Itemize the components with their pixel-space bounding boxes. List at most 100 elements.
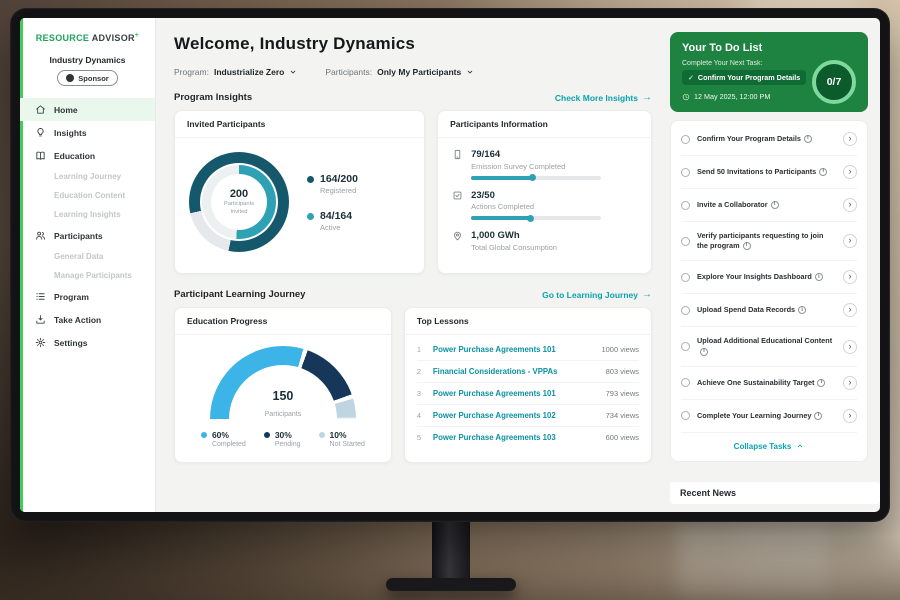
sidebar: RESOURCE ADVISOR+ Industry Dynamics Spon… [20,18,156,512]
lesson-link[interactable]: Power Purchase Agreements 101 [433,345,594,354]
collapse-tasks-link[interactable]: Collapse Tasks [681,433,857,459]
active-legend-dot [307,213,314,220]
task-checkbox[interactable] [681,411,690,420]
lesson-link[interactable]: Power Purchase Agreements 102 [433,411,598,420]
task-row-invite-collaborator[interactable]: Invite a Collaboratori › [681,189,857,222]
task-checkbox[interactable] [681,342,690,351]
sidebar-item-education-content[interactable]: Education Content [20,186,155,205]
info-icon[interactable]: i [700,348,708,356]
top-lessons-list: 1 Power Purchase Agreements 101 1000 vie… [405,335,651,452]
info-icon[interactable]: i [817,379,825,387]
check-more-insights-link[interactable]: Check More Insights → [555,92,652,103]
task-checkbox[interactable] [681,135,690,144]
task-row-upload-spend-data[interactable]: Upload Spend Data Recordsi › [681,294,857,327]
sidebar-item-program[interactable]: Program [20,285,155,308]
top-lessons-card: Top Lessons 1 Power Purchase Agreements … [404,307,652,463]
lesson-row: 2 Financial Considerations - VPPAs 803 v… [417,361,639,383]
info-icon[interactable]: i [798,306,806,314]
task-checkbox[interactable] [681,306,690,315]
actions-completed-value: 23/50 [471,190,601,201]
global-consumption-row: 1,000 GWh Total Global Consumption [452,230,637,252]
task-row-verify-participants[interactable]: Verify participants requesting to join t… [681,222,857,261]
lesson-rank: 5 [417,433,425,442]
sidebar-item-label: Home [54,105,78,115]
sidebar-item-home[interactable]: Home [20,98,155,121]
task-row-confirm-program[interactable]: Confirm Your Program Detailsi › [681,123,857,156]
link-label: Go to Learning Journey [542,290,638,300]
info-icon[interactable]: i [804,135,812,143]
task-label: Upload Additional Educational Content [697,336,832,345]
collapse-label: Collapse Tasks [734,442,792,451]
participants-info-body: 79/164 Emission Survey Completed 23/50 A… [438,138,651,263]
sidebar-item-learning-insights[interactable]: Learning Insights [20,205,155,224]
not-started-legend-dot [319,432,325,438]
chevron-right-icon[interactable]: › [843,340,857,354]
lesson-link[interactable]: Power Purchase Agreements 101 [433,389,598,398]
program-dropdown[interactable]: Program: Industrialize Zero [174,67,297,77]
info-icon[interactable]: i [815,273,823,281]
task-row-explore-insights[interactable]: Explore Your Insights Dashboardi › [681,261,857,294]
lesson-link[interactable]: Power Purchase Agreements 103 [433,433,598,442]
info-icon[interactable]: i [819,168,827,176]
sidebar-item-label: Take Action [54,315,101,325]
chevron-right-icon[interactable]: › [843,303,857,317]
next-task-pill[interactable]: ✓ Confirm Your Program Details [682,70,806,85]
arrow-right-icon: → [642,289,652,300]
progress-fill [471,176,533,180]
go-to-learning-journey-link[interactable]: Go to Learning Journey → [542,289,652,300]
task-checkbox[interactable] [681,168,690,177]
org-name: Industry Dynamics [20,55,155,65]
sidebar-item-education[interactable]: Education [20,144,155,167]
list-icon [35,291,46,302]
sidebar-item-manage-participants[interactable]: Manage Participants [20,266,155,285]
task-row-send-invitations[interactable]: Send 50 Invitations to Participantsi › [681,156,857,189]
chevron-right-icon[interactable]: › [843,165,857,179]
legend-item-pending: 30% Pending [264,430,301,448]
lesson-rank: 3 [417,389,425,398]
gauge-legend: 60% Completed 30% Pending [185,430,381,448]
task-label: Confirm Your Program Details [697,134,801,143]
chevron-down-icon [289,68,297,76]
info-icon[interactable]: i [771,201,779,209]
not-started-label: Not Started [330,441,365,448]
task-checkbox[interactable] [681,201,690,210]
task-row-upload-educational-content[interactable]: Upload Additional Educational Content i › [681,327,857,366]
participants-dropdown[interactable]: Participants: Only My Participants [325,67,474,77]
gear-icon [35,337,46,348]
active-label: Active [320,223,352,232]
card-title: Participants Information [438,111,651,138]
survey-device-icon [452,149,463,160]
todo-progress-value: 0/7 [827,76,842,88]
task-row-complete-learning-journey[interactable]: Complete Your Learning Journeyi › [681,400,857,433]
chevron-right-icon[interactable]: › [843,270,857,284]
sidebar-item-learning-journey[interactable]: Learning Journey [20,167,155,186]
sidebar-item-insights[interactable]: Insights [20,121,155,144]
filters-row: Program: Industrialize Zero Participants… [174,67,652,77]
sidebar-item-general-data[interactable]: General Data [20,247,155,266]
chevron-right-icon[interactable]: › [843,376,857,390]
chevron-right-icon[interactable]: › [843,132,857,146]
lesson-link[interactable]: Financial Considerations - VPPAs [433,367,598,376]
page-title: Welcome, Industry Dynamics [174,34,652,54]
lesson-row: 3 Power Purchase Agreements 101 793 view… [417,383,639,405]
program-insights-heading: Program Insights [174,92,252,103]
app-logo: RESOURCE ADVISOR+ [20,32,155,43]
sidebar-item-take-action[interactable]: Take Action [20,308,155,331]
task-checkbox[interactable] [681,378,690,387]
sidebar-item-settings[interactable]: Settings [20,331,155,354]
chevron-right-icon[interactable]: › [843,409,857,423]
chevron-right-icon[interactable]: › [843,234,857,248]
task-checkbox[interactable] [681,273,690,282]
info-icon[interactable]: i [814,412,822,420]
lesson-row: 5 Power Purchase Agreements 103 600 view… [417,427,639,448]
logo-plus: + [135,32,139,39]
task-checkbox[interactable] [681,237,690,246]
monitor-stand-base [386,578,516,591]
sidebar-item-participants[interactable]: Participants [20,224,155,247]
info-icon[interactable]: i [743,242,751,250]
chevron-right-icon[interactable]: › [843,198,857,212]
emission-survey-progress-bar [471,176,601,180]
lesson-rank: 4 [417,411,425,420]
task-row-achieve-sustainability-target[interactable]: Achieve One Sustainability Targeti › [681,367,857,400]
global-consumption-value: 1,000 GWh [471,230,557,241]
